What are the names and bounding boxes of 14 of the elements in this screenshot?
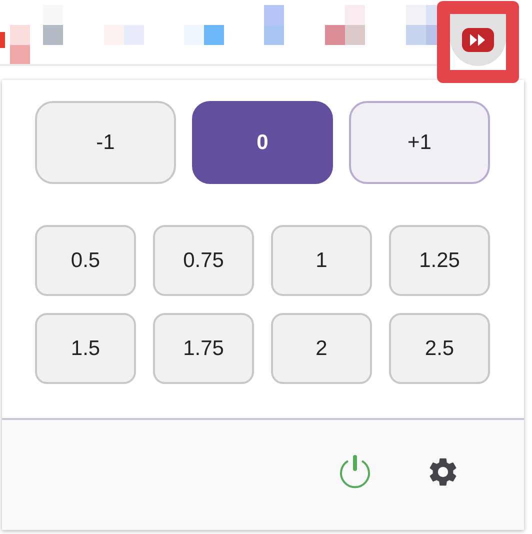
step-button[interactable]: +1	[349, 101, 490, 184]
speed-button[interactable]: 1.25	[389, 225, 490, 296]
extension-button[interactable]	[450, 14, 506, 66]
speed-button[interactable]: 0.75	[153, 225, 254, 296]
speed-button[interactable]: 1.75	[153, 313, 254, 384]
speed-button[interactable]: 1.5	[35, 313, 136, 384]
step-button[interactable]: -1	[35, 101, 176, 184]
speed-button[interactable]: 2.5	[389, 313, 490, 384]
power-icon[interactable]	[337, 454, 373, 490]
speed-button[interactable]: 1	[271, 225, 372, 296]
speed-button[interactable]: 2	[271, 313, 372, 384]
fast-forward-icon	[462, 28, 494, 52]
step-button[interactable]: 0	[192, 101, 333, 184]
speed-button[interactable]: 0.5	[35, 225, 136, 296]
